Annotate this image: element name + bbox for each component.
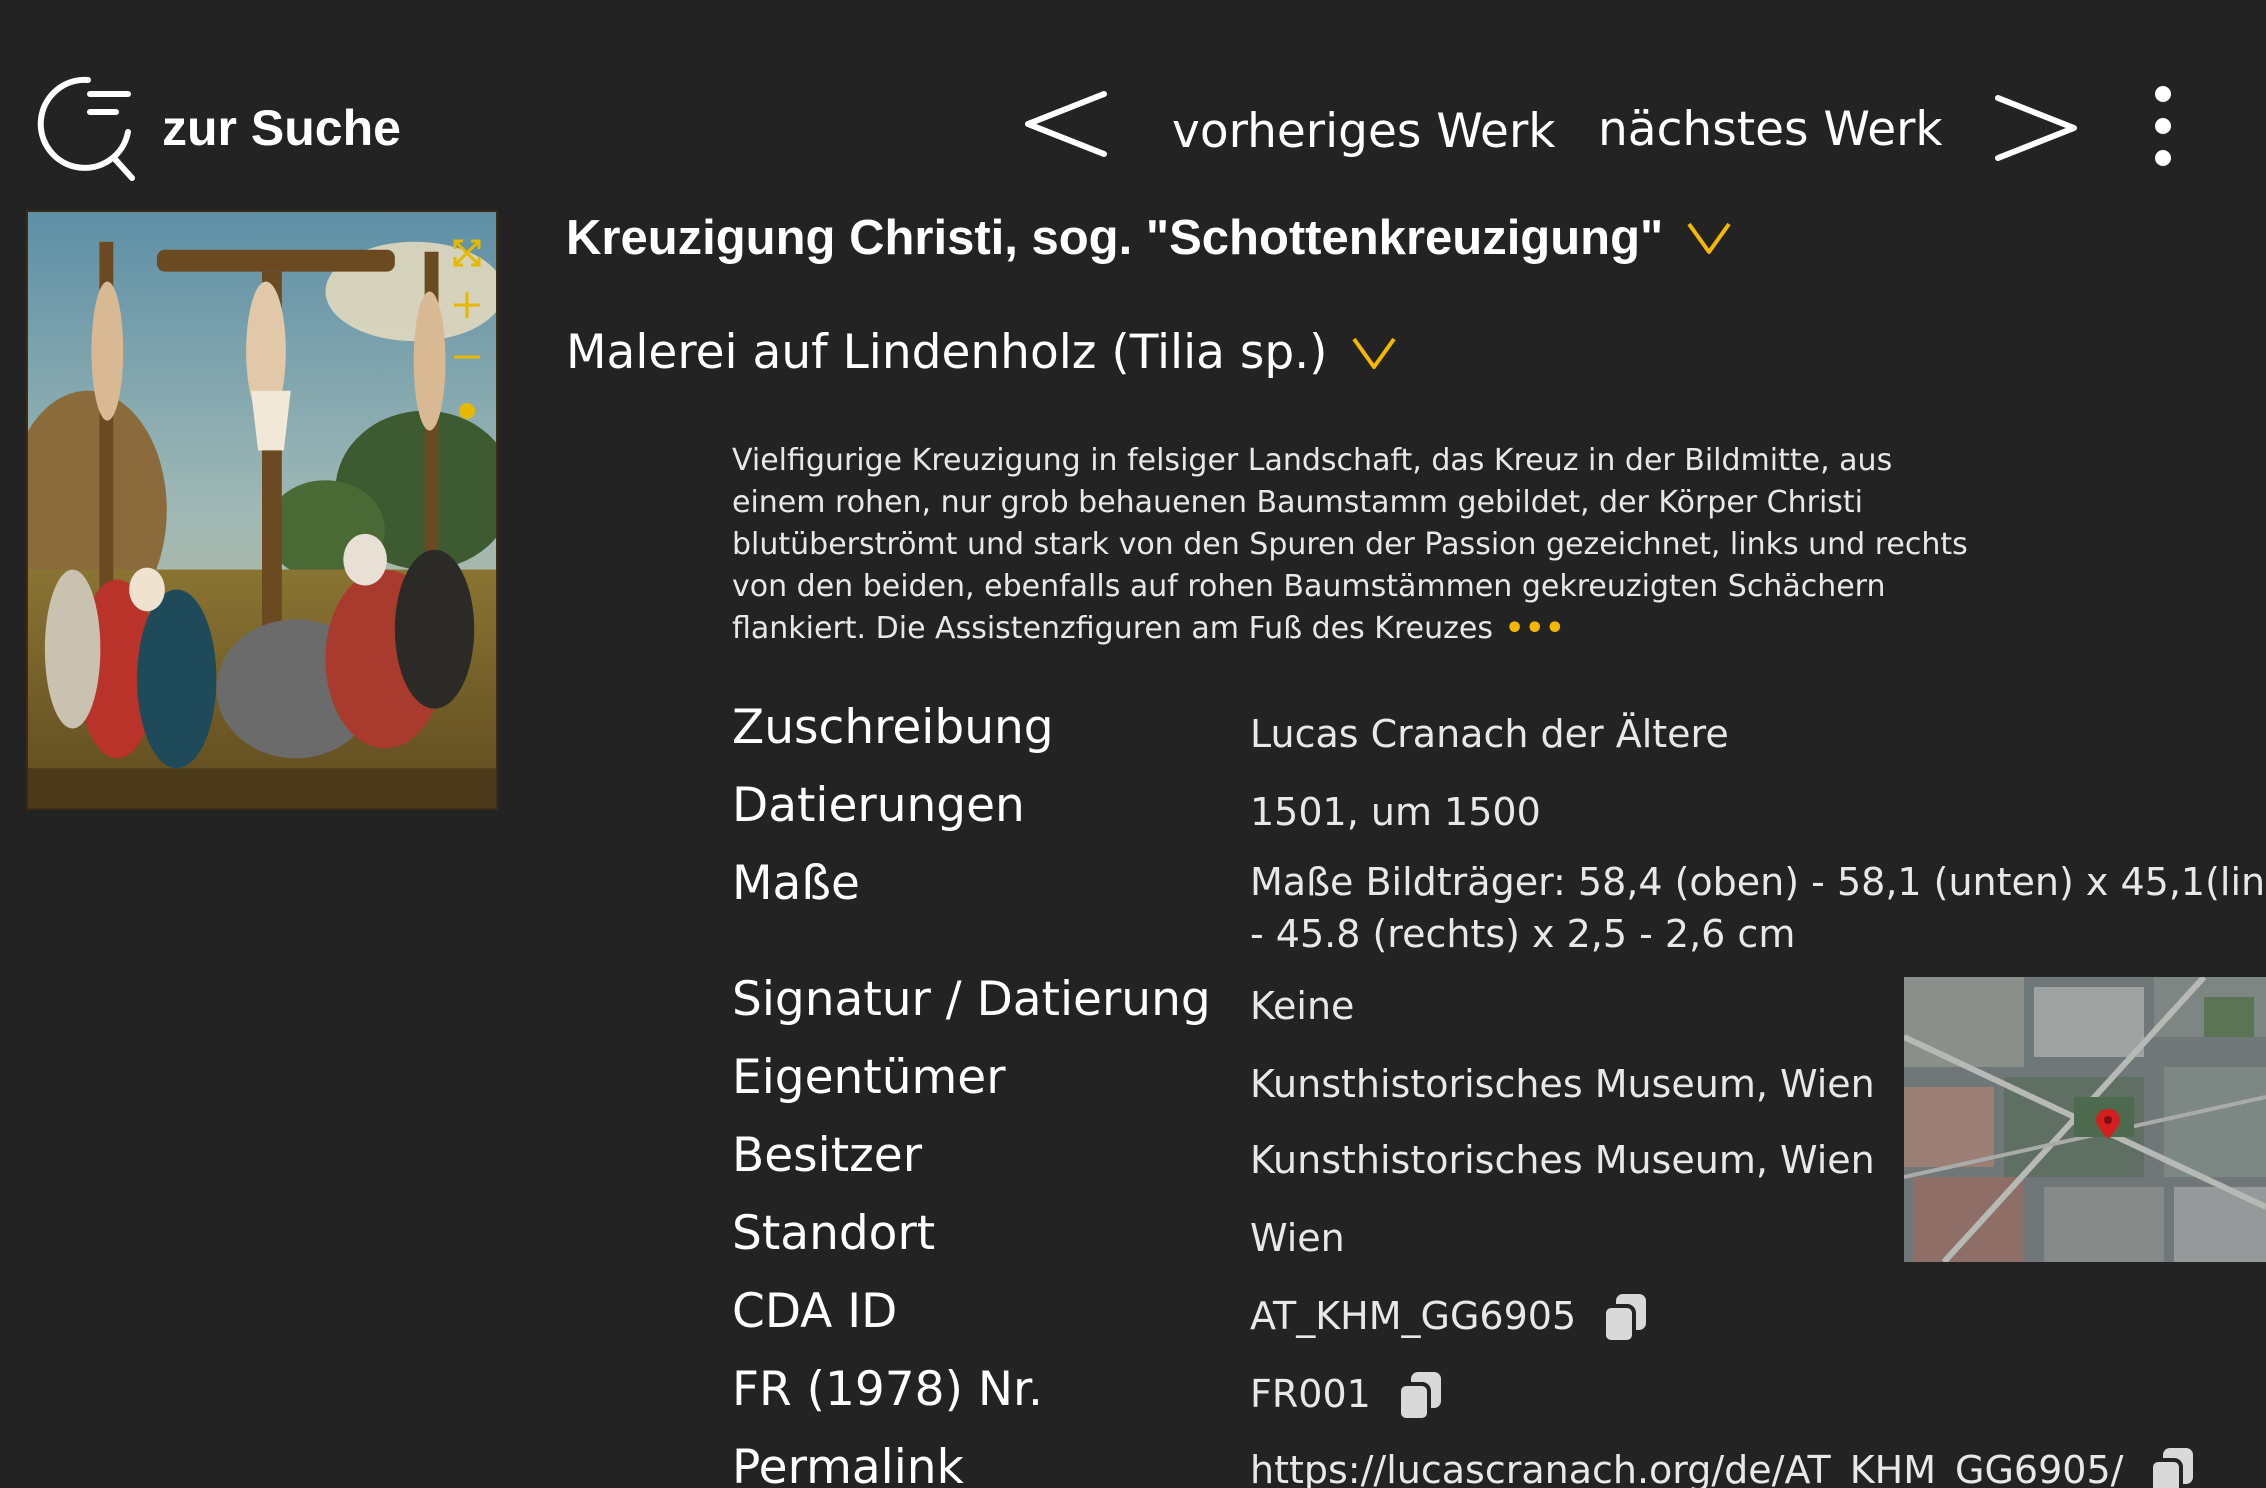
search-link-label: zur Suche xyxy=(162,100,401,156)
detail-value-signature: Keine xyxy=(1250,984,1355,1028)
detail-label-dimensions: Maße xyxy=(732,856,860,911)
artwork-title: Kreuzigung Christi, sog. "Schottenkreuzi… xyxy=(566,211,1664,265)
detail-value-dating: 1501, um 1500 xyxy=(1250,790,1541,834)
detail-value-permalink-row: https://lucascranach.org/de/AT_KHM_GG690… xyxy=(1250,1444,2197,1488)
detail-value-dimensions-line1: Maße Bildträger: 58,4 (oben) - 58,1 (unt… xyxy=(1250,860,2266,904)
detail-value-attribution[interactable]: Lucas Cranach der Ältere xyxy=(1250,708,1729,760)
search-icon xyxy=(24,68,140,188)
description-line: einem rohen, nur grob behauenen Baumstam… xyxy=(732,485,1864,520)
detail-value-fr-number: FR001 xyxy=(1250,1372,1371,1416)
artwork-medium-row: Malerei auf Lindenholz (Tilia sp.) xyxy=(566,325,1398,380)
detail-label-location: Standort xyxy=(732,1206,936,1261)
fullscreen-icon[interactable] xyxy=(446,232,488,274)
detail-value-owner: Kunsthistorisches Museum, Wien xyxy=(1250,1062,1875,1106)
detail-value-location: Wien xyxy=(1250,1216,1345,1260)
location-map[interactable] xyxy=(1904,977,2266,1262)
detail-label-fr-number: FR (1978) Nr. xyxy=(732,1362,1043,1417)
detail-label-permalink: Permalink xyxy=(732,1440,964,1488)
artwork-image[interactable] xyxy=(26,210,498,810)
more-vertical-icon[interactable] xyxy=(2145,86,2181,166)
viewer-controls xyxy=(446,232,488,432)
detail-label-signature: Signatur / Datierung xyxy=(732,972,1211,1027)
detail-value-permalink[interactable]: https://lucascranach.org/de/AT_KHM_GG690… xyxy=(1250,1448,2123,1488)
chevron-down-icon[interactable] xyxy=(1685,218,1733,258)
artwork-description: Vielfigurige Kreuzigung in felsiger Land… xyxy=(732,440,1968,650)
detail-label-cda-id: CDA ID xyxy=(732,1284,898,1339)
detail-label-attribution: Zuschreibung xyxy=(732,700,1054,755)
detail-label-dating: Datierungen xyxy=(732,778,1025,833)
description-line: flankiert. Die Assistenzfiguren am Fuß d… xyxy=(732,608,1912,650)
description-line: von den beiden, ebenfalls auf rohen Baum… xyxy=(732,569,1886,604)
detail-label-owner: Eigentümer xyxy=(732,1050,1006,1105)
next-work-link[interactable]: nächstes Werk xyxy=(1598,106,1943,153)
zoom-in-icon[interactable] xyxy=(446,284,488,326)
search-link[interactable]: zur Suche xyxy=(24,70,401,186)
read-more-button[interactable]: ••• xyxy=(1505,611,1566,646)
description-line: blutüberströmt und stark von den Spuren … xyxy=(732,527,1968,562)
detail-value-cda-id-row: AT_KHM_GG6905 xyxy=(1250,1290,1650,1346)
copy-icon[interactable] xyxy=(1395,1370,1445,1424)
next-work-arrow[interactable] xyxy=(1992,90,2082,166)
artwork-title-row: Kreuzigung Christi, sog. "Schottenkreuzi… xyxy=(566,210,1733,266)
chevron-right-icon xyxy=(1995,95,2077,161)
chevron-left-icon xyxy=(1025,91,1107,157)
description-line-text: flankiert. Die Assistenzfiguren am Fuß d… xyxy=(732,611,1493,646)
reset-view-icon[interactable] xyxy=(446,390,488,432)
previous-work-link[interactable]: vorheriges Werk xyxy=(1172,108,1556,155)
copy-icon[interactable] xyxy=(2147,1446,2197,1488)
detail-value-holder: Kunsthistorisches Museum, Wien xyxy=(1250,1138,1875,1182)
artwork-medium: Malerei auf Lindenholz (Tilia sp.) xyxy=(566,325,1328,380)
previous-work-arrow[interactable] xyxy=(1020,86,1110,162)
detail-value-fr-number-row: FR001 xyxy=(1250,1368,1445,1424)
description-line: Vielfigurige Kreuzigung in felsiger Land… xyxy=(732,443,1893,478)
chevron-down-icon[interactable] xyxy=(1350,333,1398,373)
detail-value-cda-id: AT_KHM_GG6905 xyxy=(1250,1294,1577,1338)
copy-icon[interactable] xyxy=(1600,1292,1650,1346)
zoom-out-icon[interactable] xyxy=(446,336,488,378)
detail-label-holder: Besitzer xyxy=(732,1128,923,1183)
detail-value-dimensions-line2: - 45.8 (rechts) x 2,5 - 2,6 cm xyxy=(1250,912,1796,956)
